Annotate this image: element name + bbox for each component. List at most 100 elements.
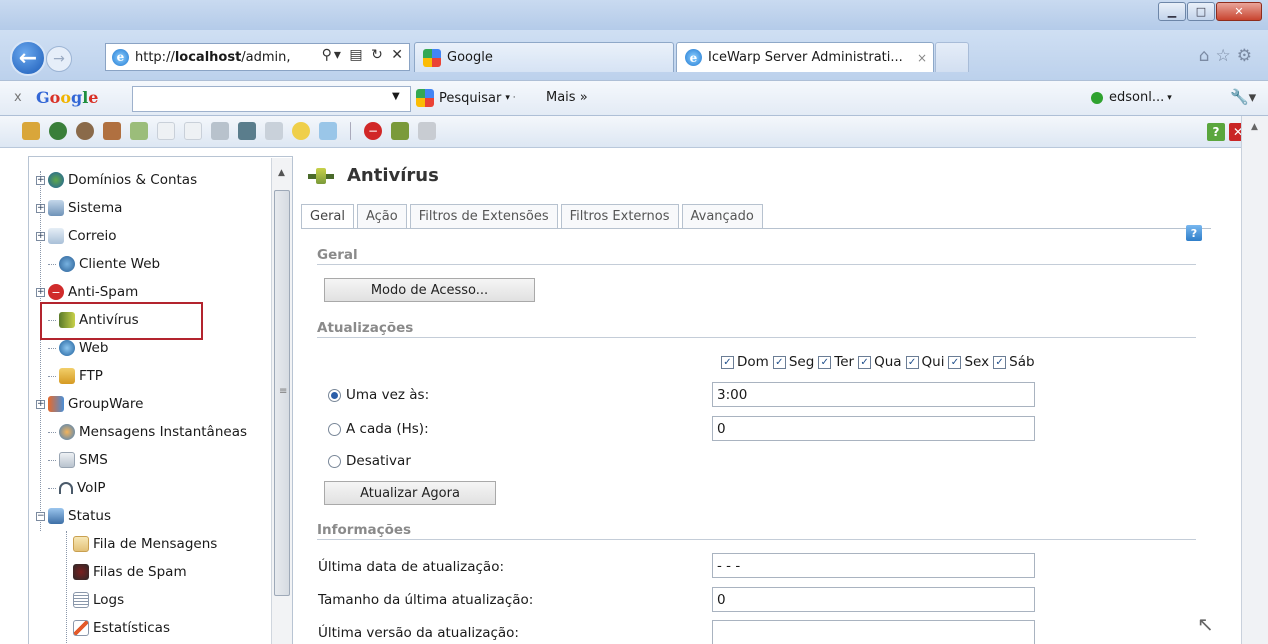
last-update-size-field[interactable]: 0 bbox=[712, 587, 1035, 612]
document-icon[interactable] bbox=[157, 122, 175, 140]
google-user[interactable]: edsonl... ▾ bbox=[1091, 90, 1172, 105]
tab-filtros-externos[interactable]: Filtros Externos bbox=[560, 204, 679, 228]
day-label: Qua bbox=[874, 354, 902, 370]
address-bar[interactable]: e http://localhost/admin, ⚲▾ ▤ ↻ ✕ bbox=[105, 43, 410, 71]
system-icon bbox=[48, 200, 64, 216]
checkbox-checked-icon[interactable]: ✓ bbox=[858, 355, 872, 369]
sms-icon bbox=[59, 452, 75, 468]
antivirus-icon[interactable] bbox=[391, 122, 409, 140]
expand-icon[interactable]: + bbox=[36, 399, 45, 409]
radio-disable[interactable]: Desativar bbox=[328, 453, 411, 469]
every-hours-field[interactable]: 0 bbox=[712, 416, 1035, 441]
tree-item-dominios[interactable]: + Domínios & Contas bbox=[36, 169, 197, 191]
tree-item-antispam[interactable]: + − Anti-Spam bbox=[36, 281, 138, 303]
gear-icon[interactable] bbox=[211, 122, 229, 140]
monitor-icon[interactable] bbox=[238, 122, 256, 140]
domains-icon[interactable] bbox=[22, 122, 40, 140]
radio-unselected-icon[interactable] bbox=[328, 422, 341, 436]
tab-google[interactable]: Google bbox=[414, 42, 674, 72]
day-sex[interactable]: ✓ Sex bbox=[947, 354, 989, 370]
tree-item-groupware[interactable]: + GroupWare bbox=[36, 393, 143, 415]
tab-acao[interactable]: Ação bbox=[357, 204, 407, 228]
filter-icon[interactable] bbox=[418, 122, 436, 140]
collapse-icon[interactable]: − bbox=[36, 511, 45, 521]
radio-every[interactable]: A cada (Hs): bbox=[328, 421, 429, 437]
document-icon[interactable] bbox=[184, 122, 202, 140]
more-button[interactable]: Mais » bbox=[546, 90, 588, 105]
tab-filtros-extensoes[interactable]: Filtros de Extensões bbox=[409, 204, 558, 228]
tree-item-web[interactable]: Web bbox=[48, 337, 108, 359]
antispam-icon[interactable]: − bbox=[364, 122, 382, 140]
tab-close-icon[interactable]: × bbox=[917, 51, 927, 65]
update-now-button[interactable]: Atualizar Agora bbox=[324, 481, 496, 505]
tree-item-correio[interactable]: + Correio bbox=[36, 225, 117, 247]
scroll-up-icon[interactable]: ▲ bbox=[278, 168, 285, 178]
day-ter[interactable]: ✓ Ter bbox=[817, 354, 854, 370]
help-icon[interactable]: ? bbox=[1186, 225, 1202, 241]
day-seg[interactable]: ✓ Seg bbox=[772, 354, 814, 370]
tree-item-estatisticas[interactable]: Estatísticas bbox=[73, 617, 170, 639]
expand-icon[interactable]: + bbox=[36, 175, 45, 185]
radio-once[interactable]: Uma vez às: bbox=[328, 387, 429, 403]
new-tab-button[interactable] bbox=[935, 42, 969, 72]
day-sab[interactable]: ✓ Sáb bbox=[992, 354, 1035, 370]
google-search-button[interactable]: Pesquisar ▾ · bbox=[416, 89, 516, 107]
home-icon[interactable]: ⌂ bbox=[1199, 46, 1216, 66]
tree-item-filas-spam[interactable]: Filas de Spam bbox=[73, 561, 187, 583]
settings-icon[interactable]: ⚙ bbox=[1237, 46, 1258, 66]
minimize-button[interactable]: ▁ bbox=[1158, 2, 1186, 21]
checkbox-checked-icon[interactable]: ✓ bbox=[948, 355, 962, 369]
tree-item-ftp[interactable]: FTP bbox=[48, 365, 103, 387]
google-toolbar-close[interactable]: x bbox=[14, 90, 22, 105]
close-window-button[interactable]: ✕ bbox=[1216, 2, 1262, 21]
favorites-icon[interactable]: ☆ bbox=[1216, 46, 1237, 66]
tree-item-fila-mensagens[interactable]: Fila de Mensagens bbox=[73, 533, 217, 555]
user-icon[interactable] bbox=[76, 122, 94, 140]
day-dom[interactable]: ✓ Dom bbox=[720, 354, 769, 370]
day-qua[interactable]: ✓ Qua bbox=[857, 354, 902, 370]
checkbox-checked-icon[interactable]: ✓ bbox=[772, 355, 786, 369]
tab-geral[interactable]: Geral bbox=[301, 204, 354, 228]
wrench-icon[interactable]: 🔧▾ bbox=[1230, 88, 1256, 106]
radio-unselected-icon[interactable] bbox=[328, 454, 341, 468]
web-globe-icon[interactable] bbox=[49, 122, 67, 140]
address-tools-icon[interactable]: ⚲▾ ▤ ↻ ✕ bbox=[322, 47, 405, 63]
tree-item-status[interactable]: − Status bbox=[36, 505, 111, 527]
checkbox-checked-icon[interactable]: ✓ bbox=[905, 355, 919, 369]
google-icon bbox=[416, 89, 434, 107]
checkbox-checked-icon[interactable]: ✓ bbox=[818, 355, 832, 369]
tree-item-cliente-web[interactable]: Cliente Web bbox=[48, 253, 160, 275]
tab-icewarp[interactable]: e IceWarp Server Administrati... × bbox=[676, 42, 934, 72]
back-button[interactable]: ← bbox=[10, 40, 46, 76]
expand-icon[interactable]: + bbox=[36, 203, 45, 213]
checkbox-checked-icon[interactable]: ✓ bbox=[993, 355, 1007, 369]
google-search-input[interactable] bbox=[132, 86, 411, 112]
group-icon[interactable] bbox=[103, 122, 121, 140]
tree-item-mensagens[interactable]: Mensagens Instantâneas bbox=[48, 421, 247, 443]
tree-item-sms[interactable]: SMS bbox=[48, 449, 108, 471]
tree-item-logs[interactable]: Logs bbox=[73, 589, 124, 611]
tab-avancado[interactable]: Avançado bbox=[681, 204, 763, 228]
last-update-date-field[interactable]: - - - bbox=[712, 553, 1035, 578]
page-scrollbar[interactable]: ▲ bbox=[1241, 116, 1268, 644]
chat-icon[interactable] bbox=[292, 122, 310, 140]
search-dropdown-icon[interactable]: ▼ bbox=[392, 91, 400, 102]
help-icon[interactable]: ? bbox=[1207, 123, 1225, 141]
tree-item-voip[interactable]: VoIP bbox=[48, 477, 106, 499]
arrow-icon[interactable] bbox=[130, 122, 148, 140]
scroll-up-icon[interactable]: ▲ bbox=[1251, 122, 1258, 132]
radio-selected-icon[interactable] bbox=[328, 388, 341, 402]
tree-connector bbox=[48, 375, 56, 377]
forward-button[interactable]: → bbox=[46, 46, 72, 72]
maximize-button[interactable]: □ bbox=[1187, 2, 1215, 21]
tree-item-sistema[interactable]: + Sistema bbox=[36, 197, 122, 219]
checkbox-checked-icon[interactable]: ✓ bbox=[721, 355, 734, 369]
last-update-version-field[interactable] bbox=[712, 620, 1035, 644]
device-icon[interactable] bbox=[265, 122, 283, 140]
expand-icon[interactable]: + bbox=[36, 287, 45, 297]
folder-icon[interactable] bbox=[319, 122, 337, 140]
expand-icon[interactable]: + bbox=[36, 231, 45, 241]
once-time-field[interactable]: 3:00 bbox=[712, 382, 1035, 407]
day-qui[interactable]: ✓ Qui bbox=[905, 354, 944, 370]
access-mode-button[interactable]: Modo de Acesso... bbox=[324, 278, 535, 302]
